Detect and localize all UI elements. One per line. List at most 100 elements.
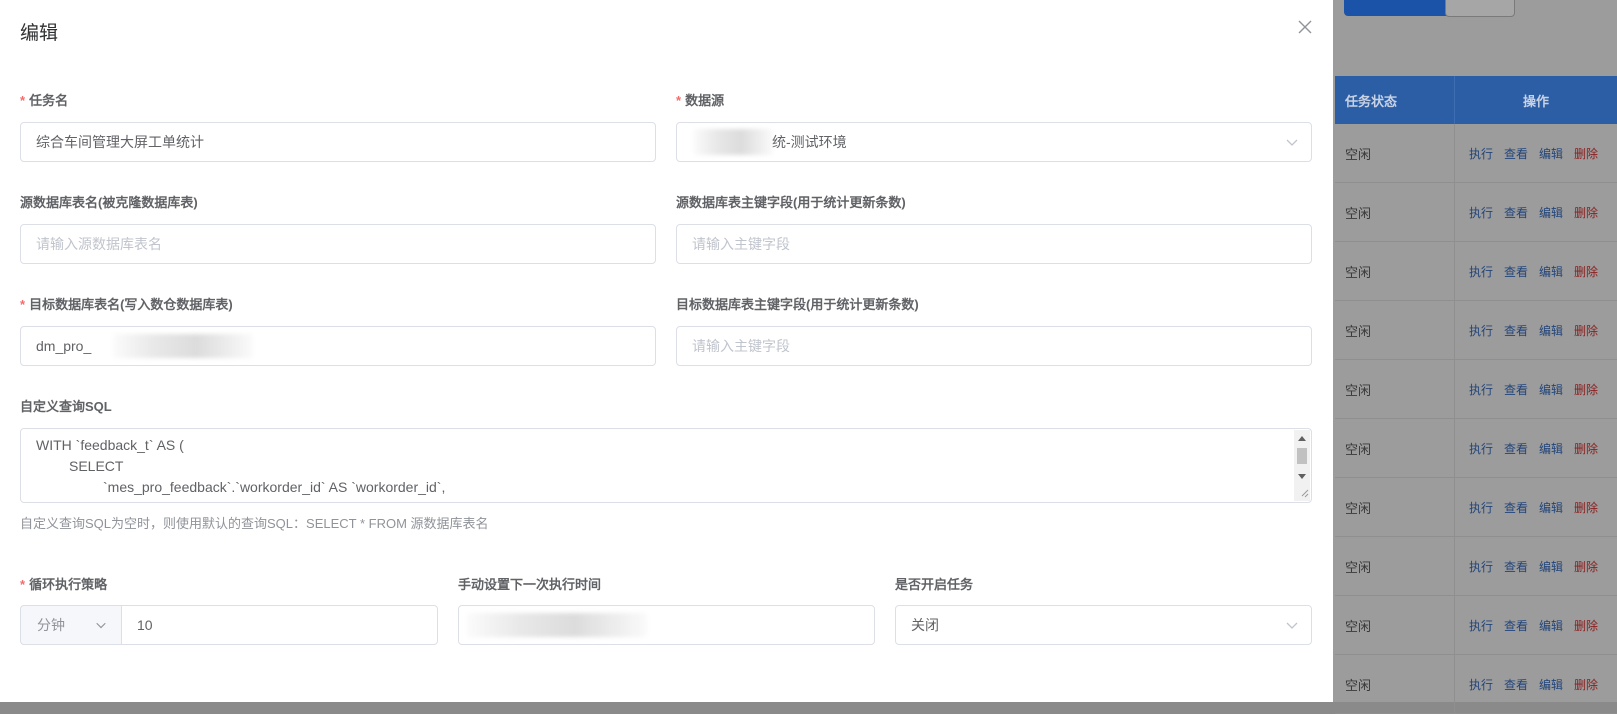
loop-label: * 循环执行策略	[20, 577, 108, 592]
enabled-label: 是否开启任务	[895, 577, 974, 592]
sql-line: `mes_pro_feedback`.`workorder_id` AS `wo…	[103, 479, 446, 495]
table-row: 空闲 执行 查看 编辑 删除	[1335, 478, 1617, 537]
execute-link: 执行	[1469, 382, 1494, 397]
sql-line: SELECT	[69, 458, 124, 474]
row-actions: 执行 查看 编辑 删除	[1455, 360, 1617, 418]
sql-textarea[interactable]: WITH `feedback_t` AS ( SELECT `mes_pro_f…	[20, 428, 1312, 503]
redacted-area	[467, 613, 647, 637]
target-pk-placeholder: 请输入主键字段	[692, 338, 790, 354]
sql-hint: 自定义查询SQL为空时，则使用默认的查询SQL：SELECT * FROM 源数…	[20, 516, 489, 531]
target-pk-input[interactable]: 请输入主键字段	[676, 326, 1312, 366]
edit-link: 编辑	[1539, 500, 1564, 515]
chevron-down-icon	[1286, 139, 1298, 146]
close-icon[interactable]	[1294, 16, 1316, 38]
target-table-label: * 目标数据库表名(写入数仓数据库表)	[20, 297, 233, 312]
datasource-select[interactable]: 统-测试环境	[676, 122, 1312, 162]
delete-link: 删除	[1574, 146, 1599, 161]
source-table-input[interactable]: 请输入源数据库表名	[20, 224, 656, 264]
table-row: 空闲 执行 查看 编辑 删除	[1335, 242, 1617, 301]
next-time-picker[interactable]	[458, 605, 875, 645]
view-link: 查看	[1504, 146, 1529, 161]
header-status: 任务状态	[1335, 76, 1455, 124]
table-row: 空闲 执行 查看 编辑 删除	[1335, 655, 1617, 714]
row-status: 空闲	[1335, 596, 1455, 654]
target-table-value: dm_pro_	[36, 338, 92, 354]
loop-value: 10	[137, 617, 153, 633]
row-actions: 执行 查看 编辑 删除	[1455, 596, 1617, 654]
task-name-input[interactable]: 综合车间管理大屏工单统计	[20, 122, 656, 162]
view-link: 查看	[1504, 618, 1529, 633]
enabled-value: 关闭	[911, 617, 939, 633]
datasource-label: * 数据源	[676, 93, 725, 108]
background-reset-button	[1445, 0, 1515, 17]
table-row: 空闲 执行 查看 编辑 删除	[1335, 360, 1617, 419]
header-actions: 操作	[1522, 93, 1549, 109]
edit-link: 编辑	[1539, 441, 1564, 456]
view-link: 查看	[1504, 323, 1529, 338]
redacted-area	[693, 129, 773, 155]
table-row: 空闲 执行 查看 编辑 删除	[1335, 183, 1617, 242]
row-status: 空闲	[1335, 537, 1455, 595]
execute-link: 执行	[1469, 264, 1494, 279]
source-table-label: 源数据库表名(被克隆数据库表)	[20, 195, 198, 210]
loop-value-input[interactable]: 10	[121, 605, 438, 645]
view-link: 查看	[1504, 500, 1529, 515]
delete-link: 删除	[1574, 323, 1599, 338]
task-name-label: * 任务名	[20, 93, 69, 108]
delete-link: 删除	[1574, 382, 1599, 397]
delete-link: 删除	[1574, 559, 1599, 574]
edit-link: 编辑	[1539, 146, 1564, 161]
target-pk-label: 目标数据库表主键字段(用于统计更新条数)	[676, 297, 919, 312]
chevron-down-icon	[1286, 622, 1298, 629]
sql-scrollbar[interactable]	[1294, 430, 1310, 501]
view-link: 查看	[1504, 559, 1529, 574]
row-actions: 执行 查看 编辑 删除	[1455, 183, 1617, 241]
execute-link: 执行	[1469, 205, 1494, 220]
row-actions: 执行 查看 编辑 删除	[1455, 537, 1617, 595]
edit-link: 编辑	[1539, 382, 1564, 397]
table-row: 空闲 执行 查看 编辑 删除	[1335, 419, 1617, 478]
view-link: 查看	[1504, 264, 1529, 279]
redacted-area	[113, 334, 253, 358]
target-table-input[interactable]: dm_pro_	[20, 326, 656, 366]
background-page: 任务状态 操作 空闲 执行 查看 编辑 删除 空闲 执行 查看 编辑 删除 空闲 执行 查看 编辑 删除 空闲…	[1333, 0, 1617, 714]
table-row: 空闲 执行 查看 编辑 删除	[1335, 596, 1617, 655]
row-status: 空闲	[1335, 360, 1455, 418]
table-header: 任务状态 操作	[1335, 76, 1617, 124]
row-status: 空闲	[1335, 478, 1455, 536]
delete-link: 删除	[1574, 264, 1599, 279]
execute-link: 执行	[1469, 618, 1494, 633]
chevron-down-icon	[96, 622, 106, 629]
row-status: 空闲	[1335, 124, 1455, 182]
edit-link: 编辑	[1539, 559, 1564, 574]
edit-link: 编辑	[1539, 677, 1564, 692]
row-status: 空闲	[1335, 242, 1455, 300]
loop-unit-value: 分钟	[37, 617, 65, 633]
source-pk-input[interactable]: 请输入主键字段	[676, 224, 1312, 264]
execute-link: 执行	[1469, 559, 1494, 574]
row-status: 空闲	[1335, 183, 1455, 241]
execute-link: 执行	[1469, 146, 1494, 161]
sql-label: 自定义查询SQL	[20, 399, 112, 414]
row-actions: 执行 查看 编辑 删除	[1455, 419, 1617, 477]
view-link: 查看	[1504, 441, 1529, 456]
delete-link: 删除	[1574, 500, 1599, 515]
edit-link: 编辑	[1539, 618, 1564, 633]
execute-link: 执行	[1469, 677, 1494, 692]
source-table-placeholder: 请输入源数据库表名	[36, 236, 162, 252]
table-row: 空闲 执行 查看 编辑 删除	[1335, 124, 1617, 183]
loop-unit-select[interactable]: 分钟	[20, 605, 121, 645]
row-actions: 执行 查看 编辑 删除	[1455, 301, 1617, 359]
row-status: 空闲	[1335, 655, 1455, 713]
edit-link: 编辑	[1539, 323, 1564, 338]
edit-link: 编辑	[1539, 264, 1564, 279]
enabled-select[interactable]: 关闭	[895, 605, 1312, 645]
row-status: 空闲	[1335, 419, 1455, 477]
source-pk-placeholder: 请输入主键字段	[692, 236, 790, 252]
table-row: 空闲 执行 查看 编辑 删除	[1335, 537, 1617, 596]
edit-link: 编辑	[1539, 205, 1564, 220]
task-name-value: 综合车间管理大屏工单统计	[36, 134, 204, 150]
row-actions: 执行 查看 编辑 删除	[1455, 478, 1617, 536]
delete-link: 删除	[1574, 441, 1599, 456]
row-status: 空闲	[1335, 301, 1455, 359]
